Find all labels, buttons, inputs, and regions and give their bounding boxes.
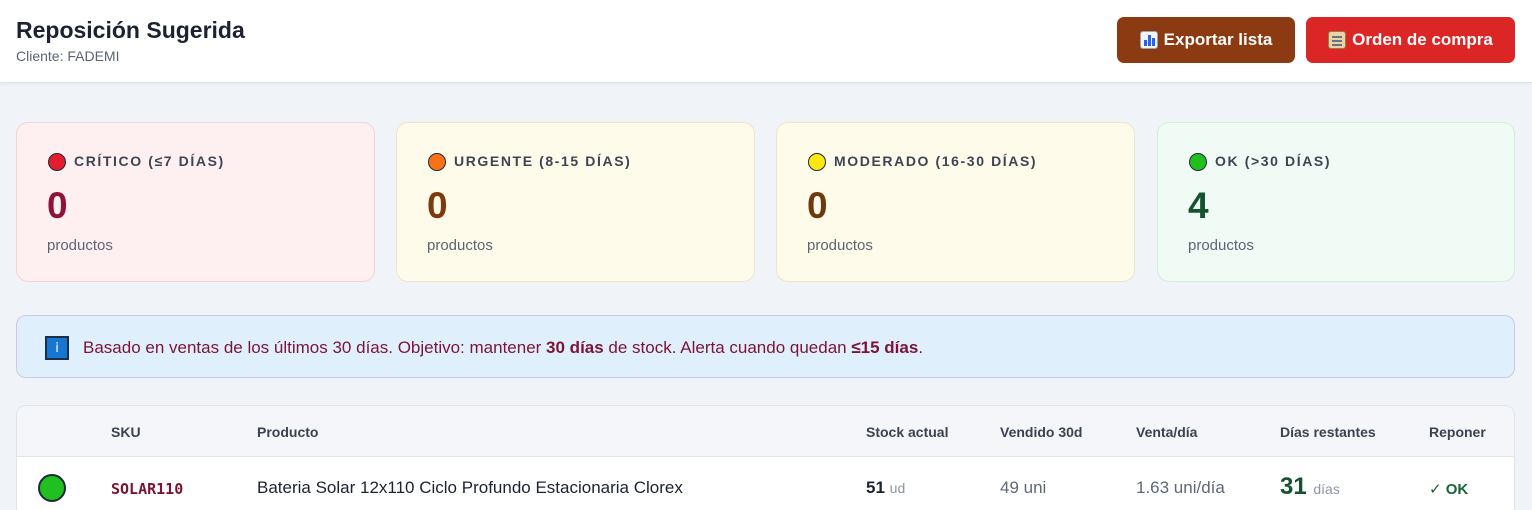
column-header-product[interactable]: Producto <box>257 424 318 440</box>
status-dot-icon <box>38 474 66 502</box>
client-subtitle: Cliente: FADEMI <box>16 48 120 64</box>
days-left-cell: 31 días <box>1280 473 1340 500</box>
table-header: SKU Producto Stock actual Vendido 30d Ve… <box>17 406 1514 457</box>
summary-label: CRÍTICO (≤7 DÍAS) <box>74 153 225 169</box>
bar-chart-icon <box>1139 31 1158 49</box>
per-day-cell: 1.63 uni/día <box>1136 478 1225 497</box>
purchase-order-button[interactable]: Orden de compra <box>1306 17 1515 63</box>
summary-unit: productos <box>807 237 873 254</box>
summary-unit: productos <box>427 237 493 254</box>
sku-cell: SOLAR110 <box>111 480 184 498</box>
sold-30d-cell: 49 uni <box>1000 478 1047 497</box>
summary-count: 0 <box>427 185 448 226</box>
status-dot-icon <box>808 153 826 171</box>
summary-card-critical: CRÍTICO (≤7 DÍAS) 0 productos <box>16 122 375 282</box>
column-header-days-left[interactable]: Días restantes <box>1280 424 1376 440</box>
export-list-button[interactable]: Exportar lista <box>1117 17 1295 63</box>
info-banner: i Basado en ventas de los últimos 30 día… <box>16 315 1515 378</box>
summary-count: 0 <box>807 185 828 226</box>
column-header-reorder[interactable]: Reponer <box>1429 424 1486 440</box>
clipboard-icon <box>1328 31 1347 49</box>
purchase-order-label: Orden de compra <box>1352 30 1493 49</box>
export-list-label: Exportar lista <box>1163 30 1273 49</box>
replenishment-table: SKU Producto Stock actual Vendido 30d Ve… <box>16 405 1515 510</box>
info-icon: i <box>45 336 69 360</box>
summary-unit: productos <box>1188 237 1254 254</box>
status-dot-icon <box>428 153 446 171</box>
column-header-per-day[interactable]: Venta/día <box>1136 424 1197 440</box>
top-bar: Reposición Sugerida Cliente: FADEMI Expo… <box>0 0 1532 83</box>
summary-unit: productos <box>47 237 113 254</box>
column-header-sold-30d[interactable]: Vendido 30d <box>1000 424 1082 440</box>
summary-label: URGENTE (8-15 DÍAS) <box>454 153 632 169</box>
info-message: Basado en ventas de los últimos 30 días.… <box>83 338 924 357</box>
summary-card-urgent: URGENTE (8-15 DÍAS) 0 productos <box>396 122 755 282</box>
summary-card-moderate: MODERADO (16-30 DÍAS) 0 productos <box>776 122 1135 282</box>
status-dot-icon <box>1189 153 1207 171</box>
product-cell: Bateria Solar 12x110 Ciclo Profundo Esta… <box>257 478 683 497</box>
summary-count: 4 <box>1188 185 1209 226</box>
column-header-stock[interactable]: Stock actual <box>866 424 948 440</box>
summary-card-ok: OK (>30 DÍAS) 4 productos <box>1157 122 1515 282</box>
stock-cell: 51 ud <box>866 478 906 497</box>
page-title: Reposición Sugerida <box>16 17 245 43</box>
table-row[interactable]: SOLAR110 Bateria Solar 12x110 Ciclo Prof… <box>17 457 1514 510</box>
summary-label: MODERADO (16-30 DÍAS) <box>834 153 1038 169</box>
status-dot-icon <box>48 153 66 171</box>
reorder-status: ✓ OK <box>1429 481 1469 498</box>
column-header-sku[interactable]: SKU <box>111 424 141 440</box>
summary-count: 0 <box>47 185 68 226</box>
summary-label: OK (>30 DÍAS) <box>1215 153 1332 169</box>
